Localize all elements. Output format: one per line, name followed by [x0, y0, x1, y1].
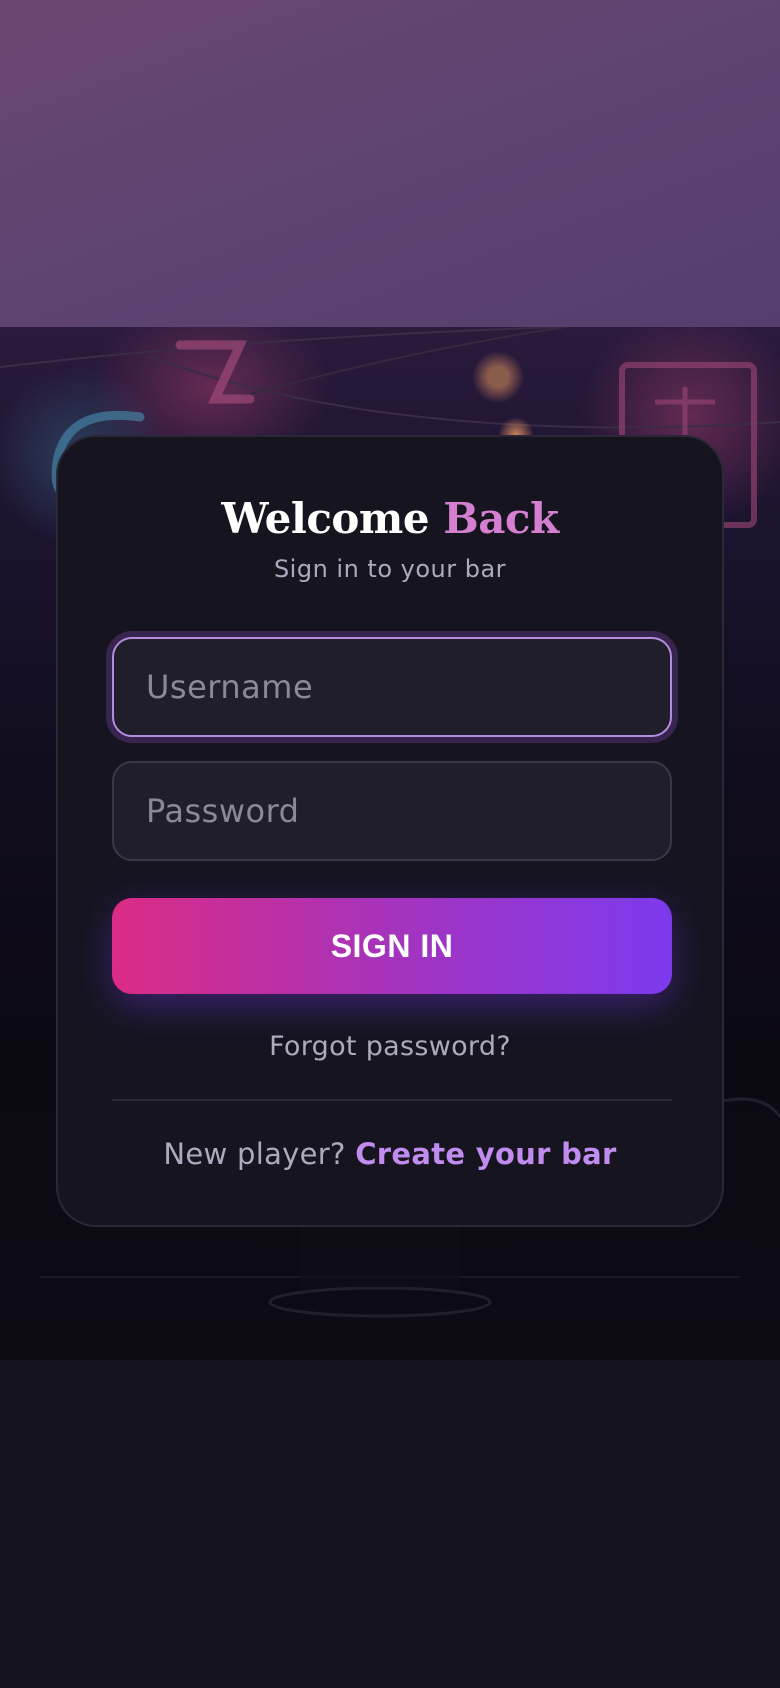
password-input[interactable] [114, 763, 670, 859]
signup-row: New player? Create your bar [58, 1135, 722, 1173]
top-backdrop [0, 0, 780, 327]
page-title: Welcome Back [58, 493, 722, 545]
username-field [112, 637, 672, 737]
login-screen: Welcome Back Sign in to your bar SIGN IN… [0, 0, 780, 1688]
login-card: Welcome Back Sign in to your bar SIGN IN… [56, 435, 724, 1227]
title-lead: Welcome [221, 494, 430, 543]
sign-in-button[interactable]: SIGN IN [112, 898, 672, 994]
forgot-password-link[interactable]: Forgot password? [58, 1029, 722, 1065]
signup-prompt: New player? [163, 1137, 346, 1171]
subtitle: Sign in to your bar [273, 555, 507, 583]
divider [112, 1099, 672, 1101]
password-field [112, 761, 672, 861]
username-input[interactable] [114, 639, 670, 735]
create-bar-link[interactable]: Create your bar [355, 1137, 616, 1171]
title-accent: Back [443, 494, 559, 543]
bottom-backdrop [0, 1360, 780, 1688]
